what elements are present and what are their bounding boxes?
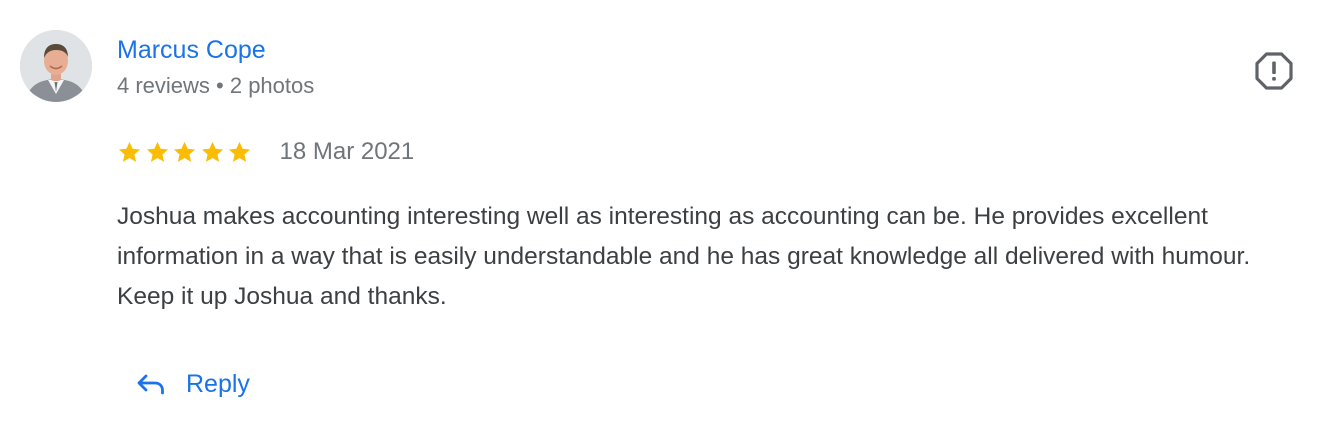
reply-button[interactable]: Reply <box>132 362 250 406</box>
person-photo-avatar-icon <box>20 30 92 102</box>
reply-label: Reply <box>186 370 250 398</box>
star-icon <box>146 141 168 162</box>
star-icon <box>201 141 223 162</box>
star-icon <box>173 141 196 162</box>
report-octagon-icon <box>1255 52 1293 90</box>
star-icon <box>228 141 251 162</box>
author-meta: 4 reviews • 2 photos <box>117 73 315 98</box>
author-name[interactable]: Marcus Cope <box>117 35 266 65</box>
star-icon <box>118 141 141 162</box>
review-date: 18 Mar 2021 <box>279 138 415 165</box>
reply-arrow-icon <box>137 374 164 395</box>
star-rating <box>116 139 254 166</box>
report-button[interactable] <box>1253 50 1295 92</box>
rating-row: 18 Mar 2021 <box>116 136 414 168</box>
avatar[interactable] <box>20 30 92 102</box>
review-text: Joshua makes accounting interesting well… <box>117 203 1251 310</box>
review-card: Marcus Cope 4 reviews • 2 photos 18 Mar … <box>0 0 1320 430</box>
